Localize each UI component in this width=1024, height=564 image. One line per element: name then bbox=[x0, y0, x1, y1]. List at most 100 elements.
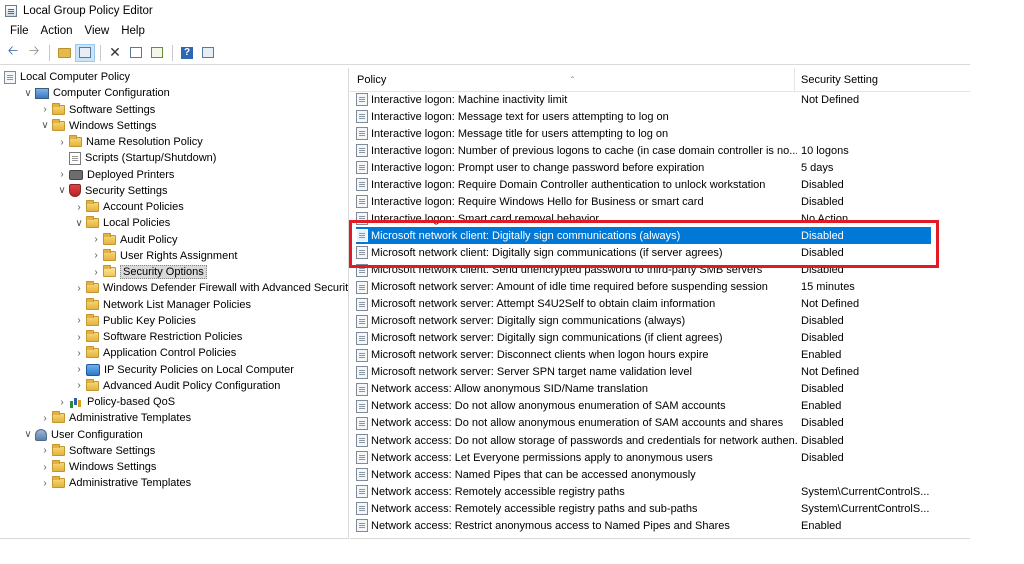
chevron-right-icon[interactable]: › bbox=[72, 280, 86, 296]
chevron-down-icon[interactable]: ∨ bbox=[21, 85, 35, 101]
policy-row[interactable]: Microsoft network server: Attempt S4U2Se… bbox=[356, 296, 931, 313]
chevron-right-icon[interactable]: › bbox=[72, 199, 86, 215]
chevron-right-icon[interactable]: › bbox=[89, 232, 103, 248]
tree-item[interactable]: Local Computer Policy bbox=[4, 69, 130, 85]
policy-row[interactable]: Microsoft network client: Send unencrypt… bbox=[356, 262, 931, 279]
chevron-right-icon[interactable]: › bbox=[72, 378, 86, 394]
menu-file[interactable]: File bbox=[4, 25, 35, 37]
tree-item[interactable]: › Advanced Audit Policy Configuration bbox=[72, 378, 280, 394]
chevron-down-icon[interactable]: ∨ bbox=[38, 118, 52, 134]
policy-row[interactable]: Interactive logon: Machine inactivity li… bbox=[356, 91, 931, 108]
toolbar-separator bbox=[100, 44, 101, 61]
policy-row[interactable]: Network access: Remotely accessible regi… bbox=[356, 500, 931, 517]
tree-item[interactable]: › Administrative Templates bbox=[38, 410, 191, 426]
show-hide-tree-icon[interactable] bbox=[75, 43, 95, 62]
tree-item[interactable]: › Audit Policy bbox=[89, 232, 177, 248]
folder-icon bbox=[86, 200, 99, 212]
policy-setting-icon bbox=[356, 451, 368, 465]
policy-row[interactable]: Microsoft network server: Server SPN tar… bbox=[356, 364, 931, 381]
tree-item[interactable]: › Account Policies bbox=[72, 199, 184, 215]
up-folder-icon[interactable] bbox=[54, 44, 74, 62]
tree-item[interactable]: › Administrative Templates bbox=[38, 475, 191, 491]
extended-view-icon[interactable] bbox=[198, 44, 218, 62]
policy-list[interactable]: ‸ Policy Security Setting Interactive lo… bbox=[350, 68, 970, 539]
tree-item[interactable]: › Windows Defender Firewall with Advanced… bbox=[72, 280, 348, 296]
policy-row[interactable]: Network access: Do not allow anonymous e… bbox=[356, 415, 931, 432]
policy-row[interactable]: Microsoft network server: Disconnect cli… bbox=[356, 347, 931, 364]
help-icon[interactable]: ? bbox=[177, 44, 197, 62]
column-header-security-setting[interactable]: Security Setting bbox=[795, 68, 970, 92]
tree-item[interactable]: ∨ Windows Settings bbox=[38, 118, 156, 134]
tree-item[interactable]: › Software Settings bbox=[38, 443, 155, 459]
column-header-policy[interactable]: Policy bbox=[350, 68, 795, 92]
tree-item[interactable]: › Policy-based QoS bbox=[55, 394, 175, 410]
tree-item[interactable]: › Software Restriction Policies bbox=[72, 329, 242, 345]
tree-item[interactable]: › Application Control Policies bbox=[72, 345, 236, 361]
policy-row[interactable]: Network access: Restrict anonymous acces… bbox=[356, 517, 931, 534]
policy-row[interactable]: Network access: Let Everyone permissions… bbox=[356, 449, 931, 466]
policy-row[interactable]: Interactive logon: Smart card removal be… bbox=[356, 210, 931, 227]
tree-item[interactable]: Scripts (Startup/Shutdown) bbox=[55, 150, 216, 166]
policy-row[interactable]: Microsoft network server: Digitally sign… bbox=[356, 330, 931, 347]
chevron-right-icon[interactable]: › bbox=[38, 443, 52, 459]
policy-setting-icon bbox=[356, 399, 368, 413]
menu-action[interactable]: Action bbox=[35, 25, 79, 37]
policy-row[interactable]: Network access: Allow anonymous SID/Name… bbox=[356, 381, 931, 398]
policy-row[interactable]: Interactive logon: Require Domain Contro… bbox=[356, 176, 931, 193]
export-list-icon[interactable] bbox=[147, 44, 167, 62]
policy-row[interactable]: Network access: Named Pipes that can be … bbox=[356, 466, 931, 483]
tree-item[interactable]: › Deployed Printers bbox=[55, 167, 174, 183]
chevron-right-icon[interactable]: › bbox=[38, 475, 52, 491]
policy-row[interactable]: Network access: Do not allow anonymous e… bbox=[356, 398, 931, 415]
app-icon bbox=[5, 5, 17, 17]
policy-row[interactable]: Microsoft network server: Digitally sign… bbox=[356, 313, 931, 330]
policy-row[interactable]: Interactive logon: Message title for use… bbox=[356, 125, 931, 142]
tree-item[interactable]: › Software Settings bbox=[38, 102, 155, 118]
tree-item[interactable]: › IP Security Policies on Local Computer bbox=[72, 362, 294, 378]
chevron-right-icon[interactable]: › bbox=[55, 394, 69, 410]
tree-item[interactable]: › Name Resolution Policy bbox=[55, 134, 203, 150]
properties-icon[interactable] bbox=[126, 44, 146, 62]
back-arrow-icon[interactable]: 🡠 bbox=[3, 43, 23, 62]
chevron-right-icon[interactable]: › bbox=[72, 329, 86, 345]
chevron-down-icon[interactable]: ∨ bbox=[21, 427, 35, 443]
tree-item[interactable]: Network List Manager Policies bbox=[72, 297, 251, 313]
tree-item[interactable]: ∨ Local Policies bbox=[72, 215, 170, 231]
chevron-right-icon[interactable]: › bbox=[55, 167, 69, 183]
tree-item[interactable]: ∨ User Configuration bbox=[21, 427, 143, 443]
delete-icon[interactable]: ✕ bbox=[105, 44, 125, 62]
console-tree[interactable]: Local Computer Policy ∨ Computer Configura… bbox=[0, 68, 349, 539]
tree-item[interactable]: › User Rights Assignment bbox=[89, 248, 237, 264]
chevron-right-icon[interactable]: › bbox=[72, 313, 86, 329]
chevron-right-icon[interactable]: › bbox=[72, 362, 86, 378]
chevron-right-icon[interactable]: › bbox=[38, 410, 52, 426]
policy-row[interactable]: Microsoft network server: Amount of idle… bbox=[356, 279, 931, 296]
chevron-down-icon[interactable]: ∨ bbox=[72, 215, 86, 231]
policy-row[interactable]: Network access: Do not allow storage of … bbox=[356, 432, 931, 449]
menu-view[interactable]: View bbox=[79, 25, 116, 37]
tree-item[interactable]: › Security Options bbox=[89, 264, 207, 280]
chevron-right-icon[interactable]: › bbox=[89, 264, 103, 280]
chevron-down-icon[interactable]: ∨ bbox=[55, 183, 69, 199]
tree-item[interactable]: › Windows Settings bbox=[38, 459, 156, 475]
tree-item[interactable]: ∨ Computer Configuration bbox=[21, 85, 169, 101]
chevron-right-icon[interactable]: › bbox=[38, 102, 52, 118]
menu-help[interactable]: Help bbox=[115, 25, 151, 37]
policy-row[interactable]: Interactive logon: Number of previous lo… bbox=[356, 142, 931, 159]
chevron-right-icon[interactable]: › bbox=[38, 459, 52, 475]
policy-row[interactable]: Microsoft network client: Digitally sign… bbox=[356, 244, 931, 261]
policy-name: Network access: Do not allow anonymous e… bbox=[371, 417, 784, 430]
tree-item[interactable]: ∨ Security Settings bbox=[55, 183, 168, 199]
tree-item[interactable]: › Public Key Policies bbox=[72, 313, 196, 329]
policy-row[interactable]: Interactive logon: Prompt user to change… bbox=[356, 159, 931, 176]
policy-row[interactable]: Interactive logon: Message text for user… bbox=[356, 108, 931, 125]
chevron-right-icon[interactable]: › bbox=[72, 345, 86, 361]
policy-row[interactable]: Microsoft network client: Digitally sign… bbox=[356, 227, 931, 245]
chevron-right-icon[interactable]: › bbox=[55, 134, 69, 150]
chevron-right-icon[interactable]: › bbox=[89, 248, 103, 264]
folder-icon bbox=[86, 330, 99, 342]
forward-arrow-icon[interactable]: 🡢 bbox=[24, 43, 44, 62]
policy-row[interactable]: Network access: Remotely accessible regi… bbox=[356, 483, 931, 500]
policy-row[interactable]: Interactive logon: Require Windows Hello… bbox=[356, 193, 931, 210]
